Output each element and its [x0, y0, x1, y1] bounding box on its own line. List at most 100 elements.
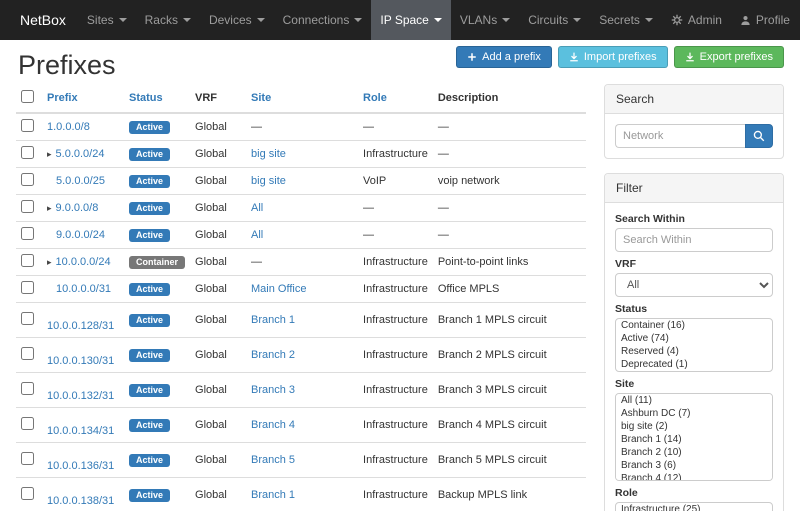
row-checkbox[interactable]: [21, 382, 34, 395]
plus-icon: [467, 52, 477, 62]
prefix-link[interactable]: 10.0.0.138/31: [47, 495, 114, 507]
listbox-option[interactable]: big site (2): [616, 420, 772, 433]
prefix-link[interactable]: 10.0.0.128/31: [47, 320, 114, 332]
nav-item-circuits[interactable]: Circuits: [519, 0, 590, 40]
prefix-link[interactable]: 10.0.0.0/24: [56, 256, 111, 268]
row-checkbox[interactable]: [21, 227, 34, 240]
prefix-cell: 10.0.0.128/31: [42, 303, 124, 338]
listbox-option[interactable]: Active (74): [616, 332, 772, 345]
prefix-link[interactable]: 10.0.0.134/31: [47, 425, 114, 437]
column-sort-link[interactable]: Role: [363, 92, 387, 104]
site-cell: —: [246, 249, 358, 276]
site-link[interactable]: Branch 3: [251, 384, 295, 396]
row-checkbox[interactable]: [21, 452, 34, 465]
nav-item-secrets[interactable]: Secrets: [590, 0, 662, 40]
listbox-option[interactable]: Reserved (4): [616, 345, 772, 358]
search-within-input[interactable]: [615, 228, 773, 252]
role-listbox[interactable]: Infrastructure (25)Management (8)Private…: [615, 502, 773, 511]
table-header-row: PrefixStatusVRFSiteRoleDescription: [16, 84, 586, 113]
site-listbox[interactable]: All (11)Ashburn DC (7)big site (2)Branch…: [615, 393, 773, 481]
site-link[interactable]: Branch 1: [251, 489, 295, 501]
column-sort-link[interactable]: Prefix: [47, 92, 78, 104]
row-checkbox[interactable]: [21, 487, 34, 500]
status-cell: Active: [124, 113, 190, 141]
select-all-checkbox[interactable]: [21, 90, 34, 103]
prefix-link[interactable]: 1.0.0.0/8: [47, 121, 90, 133]
row-checkbox[interactable]: [21, 119, 34, 132]
nav-item-admin[interactable]: Admin: [662, 0, 731, 40]
prefix-cell: 10.0.0.138/31: [42, 478, 124, 511]
export-prefixes-button[interactable]: Export prefixes: [674, 46, 784, 68]
row-checkbox[interactable]: [21, 417, 34, 430]
status-listbox[interactable]: Container (16)Active (74)Reserved (4)Dep…: [615, 318, 773, 372]
vrf-select[interactable]: All: [615, 273, 773, 297]
listbox-option[interactable]: Ashburn DC (7): [616, 407, 772, 420]
import-prefixes-button[interactable]: Import prefixes: [558, 46, 668, 68]
row-checkbox[interactable]: [21, 173, 34, 186]
nav-item-vlans[interactable]: VLANs: [451, 0, 519, 40]
indent-spacer: [47, 491, 56, 492]
site-link[interactable]: big site: [251, 175, 286, 187]
listbox-option[interactable]: Deprecated (1): [616, 358, 772, 371]
site-link[interactable]: Branch 2: [251, 349, 295, 361]
status-filter-label: Status: [615, 303, 773, 315]
prefix-cell: 10.0.0.132/31: [42, 373, 124, 408]
search-button[interactable]: [745, 124, 773, 148]
row-checkbox[interactable]: [21, 200, 34, 213]
row-checkbox[interactable]: [21, 254, 34, 267]
site-link[interactable]: big site: [251, 148, 286, 160]
nav-item-ip-space[interactable]: IP Space: [371, 0, 450, 40]
nav-menu: SitesRacksDevices Connections IP SpaceVLAN…: [78, 0, 662, 40]
table-row: 9.0.0.0/24ActiveGlobalAll——: [16, 222, 586, 249]
brand-link[interactable]: NetBox: [8, 0, 78, 40]
prefix-link[interactable]: 10.0.0.0/31: [56, 283, 111, 295]
listbox-option[interactable]: Branch 3 (6): [616, 459, 772, 472]
status-badge: Active: [129, 419, 170, 432]
search-panel-title: Search: [605, 85, 783, 114]
status-badge: Active: [129, 349, 170, 362]
row-checkbox[interactable]: [21, 281, 34, 294]
site-link[interactable]: Branch 5: [251, 454, 295, 466]
button-label: Import prefixes: [584, 51, 657, 63]
site-link[interactable]: Branch 1: [251, 314, 295, 326]
prefix-link[interactable]: 9.0.0.0/8: [56, 202, 99, 214]
nav-item-racks[interactable]: Racks: [136, 0, 200, 40]
prefix-link[interactable]: 5.0.0.0/25: [56, 175, 105, 187]
description-cell: Branch 1 MPLS circuit: [433, 303, 586, 338]
row-checkbox[interactable]: [21, 347, 34, 360]
column-sort-link[interactable]: Status: [129, 92, 163, 104]
site-link[interactable]: Main Office: [251, 283, 306, 295]
nav-item-label: Connections: [283, 13, 350, 27]
listbox-option[interactable]: Branch 2 (10): [616, 446, 772, 459]
listbox-option[interactable]: Branch 1 (14): [616, 433, 772, 446]
column-sort-link[interactable]: Site: [251, 92, 271, 104]
prefix-link[interactable]: 10.0.0.132/31: [47, 390, 114, 402]
listbox-option[interactable]: Infrastructure (25): [616, 503, 772, 511]
user-icon: [740, 15, 751, 26]
listbox-option[interactable]: Container (16): [616, 319, 772, 332]
listbox-option[interactable]: All (11): [616, 394, 772, 407]
nav-item-devices[interactable]: Devices: [200, 0, 274, 40]
prefix-link[interactable]: 5.0.0.0/24: [56, 148, 105, 160]
indent-spacer: [47, 386, 56, 387]
indent-spacer: [47, 351, 56, 352]
site-link[interactable]: All: [251, 229, 263, 241]
page-title: Prefixes: [18, 50, 116, 81]
search-input[interactable]: [615, 124, 745, 148]
description-cell: Branch 4 MPLS circuit: [433, 408, 586, 443]
prefix-link[interactable]: 10.0.0.130/31: [47, 355, 114, 367]
listbox-option[interactable]: Branch 4 (12): [616, 472, 772, 481]
site-cell: All: [246, 195, 358, 222]
nav-item-profile[interactable]: Profile: [731, 0, 799, 40]
site-link[interactable]: All: [251, 202, 263, 214]
description-cell: Branch 2 MPLS circuit: [433, 338, 586, 373]
row-checkbox[interactable]: [21, 146, 34, 159]
add-a-prefix-button[interactable]: Add a prefix: [456, 46, 552, 68]
nav-item-connections[interactable]: Connections: [274, 0, 372, 40]
row-checkbox[interactable]: [21, 312, 34, 325]
prefix-link[interactable]: 10.0.0.136/31: [47, 460, 114, 472]
prefix-link[interactable]: 9.0.0.0/24: [56, 229, 105, 241]
site-link[interactable]: Branch 4: [251, 419, 295, 431]
nav-item-sites[interactable]: Sites: [78, 0, 136, 40]
role-cell: Infrastructure: [358, 249, 433, 276]
